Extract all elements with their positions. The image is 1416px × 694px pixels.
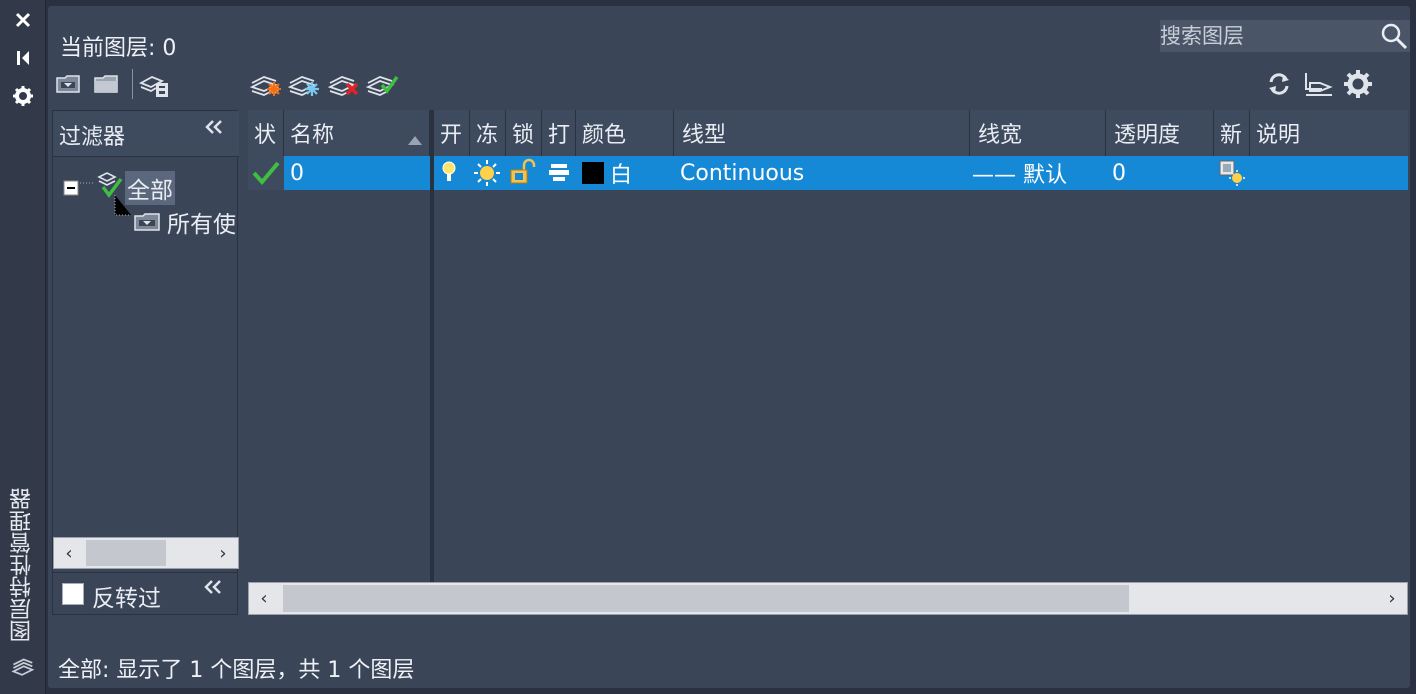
new-group-filter-icon[interactable]	[92, 68, 120, 100]
layer-states-manager-icon[interactable]	[138, 68, 170, 100]
col-description[interactable]: 说明	[1250, 110, 1408, 156]
table-row[interactable]: 0 白 Continuous —— 默认 0	[248, 156, 1408, 190]
layer-grid: 状 名称 开 冻 锁 打 颜色 线型 线宽 透明度 新 说明 0 白 Conti…	[248, 110, 1408, 582]
sun-thawed-icon[interactable]	[472, 156, 502, 190]
palette-strip: 图层特性管理器	[0, 0, 46, 694]
linetype-cell[interactable]: Continuous	[680, 156, 970, 190]
grid-scroll-right-icon[interactable]: ›	[1377, 583, 1407, 614]
tree-item-all-label: 全部	[125, 171, 175, 205]
color-name: 白	[610, 163, 633, 188]
invert-filter-bar: 反转过	[52, 572, 238, 614]
new-vp-freeze-icon[interactable]	[1218, 156, 1248, 190]
transparency-cell[interactable]: 0	[1112, 156, 1212, 190]
set-current-layer-icon[interactable]	[366, 68, 400, 100]
collapse-filters-icon[interactable]	[203, 117, 225, 143]
scroll-left-icon[interactable]: ‹	[54, 538, 84, 568]
col-plot[interactable]: 打	[542, 110, 576, 156]
layer-isolate-icon[interactable]	[1302, 68, 1336, 100]
new-layer-icon[interactable]	[250, 68, 284, 100]
col-lock[interactable]: 锁	[506, 110, 542, 156]
tree-item-used-layers[interactable]: 所有使	[133, 205, 236, 239]
lightbulb-on-icon[interactable]	[440, 156, 464, 190]
scroll-thumb[interactable]	[86, 540, 166, 566]
layer-search[interactable]	[1160, 20, 1410, 52]
invert-filter-checkbox[interactable]	[62, 583, 84, 605]
close-icon[interactable]	[11, 8, 35, 32]
toolbar-divider	[130, 68, 134, 100]
sort-ascending-icon	[407, 127, 423, 152]
tree-item-all[interactable]: 全部	[63, 171, 175, 205]
new-property-filter-icon[interactable]	[54, 68, 82, 100]
grid-scroll-thumb[interactable]	[283, 585, 1129, 612]
color-cell[interactable]: 白	[582, 156, 674, 190]
settings-gear-icon[interactable]	[1342, 68, 1374, 100]
col-on[interactable]: 开	[434, 110, 470, 156]
refresh-icon[interactable]	[1264, 68, 1294, 100]
col-name-label: 名称	[290, 123, 335, 148]
filter-hscrollbar[interactable]: ‹ ›	[53, 537, 239, 569]
grid-header-row: 状 名称 开 冻 锁 打 颜色 线型 线宽 透明度 新 说明	[248, 110, 1408, 156]
layer-name-cell[interactable]: 0	[284, 156, 430, 190]
col-color[interactable]: 颜色	[576, 110, 674, 156]
all-layers-filter-icon	[95, 169, 125, 199]
description-cell[interactable]	[1256, 156, 1406, 190]
unlock-icon[interactable]	[508, 156, 538, 190]
invert-filter-label: 反转过	[92, 586, 161, 612]
col-status[interactable]: 状	[248, 110, 284, 156]
layers-icon	[10, 656, 34, 680]
new-layer-vp-frozen-icon[interactable]	[288, 68, 322, 100]
col-transparency[interactable]: 透明度	[1106, 110, 1214, 156]
color-swatch	[582, 162, 604, 184]
status-bar-text: 全部: 显示了 1 个图层，共 1 个图层	[58, 658, 415, 683]
col-freeze[interactable]: 冻	[470, 110, 506, 156]
scroll-right-icon[interactable]: ›	[208, 538, 238, 568]
grid-scroll-left-icon[interactable]: ‹	[249, 583, 279, 614]
current-layer-check-icon	[251, 160, 281, 186]
collapse-node-icon[interactable]	[63, 180, 79, 196]
col-lineweight[interactable]: 线宽	[970, 110, 1106, 156]
current-layer-label: 当前图层: 0	[60, 36, 177, 61]
filter-title: 过滤器	[59, 125, 126, 150]
auto-hide-icon[interactable]	[11, 46, 35, 70]
filter-header: 过滤器	[53, 111, 239, 157]
collapse-bottom-icon[interactable]	[202, 577, 224, 601]
filter-tree-panel: 过滤器 全部 所有使 ‹ ›	[52, 110, 239, 615]
col-name[interactable]: 名称	[284, 110, 430, 156]
delete-layer-icon[interactable]	[328, 68, 362, 100]
search-input[interactable]	[1160, 20, 1372, 52]
printer-icon[interactable]	[548, 156, 572, 190]
lineweight-cell[interactable]: —— 默认	[972, 156, 1106, 190]
tree-item-used-label: 所有使	[167, 212, 236, 238]
status-cell	[248, 156, 284, 190]
properties-gear-icon[interactable]	[11, 84, 35, 108]
used-layers-filter-icon	[133, 210, 161, 234]
col-linetype[interactable]: 线型	[674, 110, 970, 156]
palette-title: 图层特性管理器	[10, 488, 35, 642]
col-new-vp-freeze[interactable]: 新	[1214, 110, 1250, 156]
search-icon[interactable]	[1380, 22, 1408, 50]
grid-hscrollbar[interactable]: ‹ ›	[248, 582, 1408, 615]
